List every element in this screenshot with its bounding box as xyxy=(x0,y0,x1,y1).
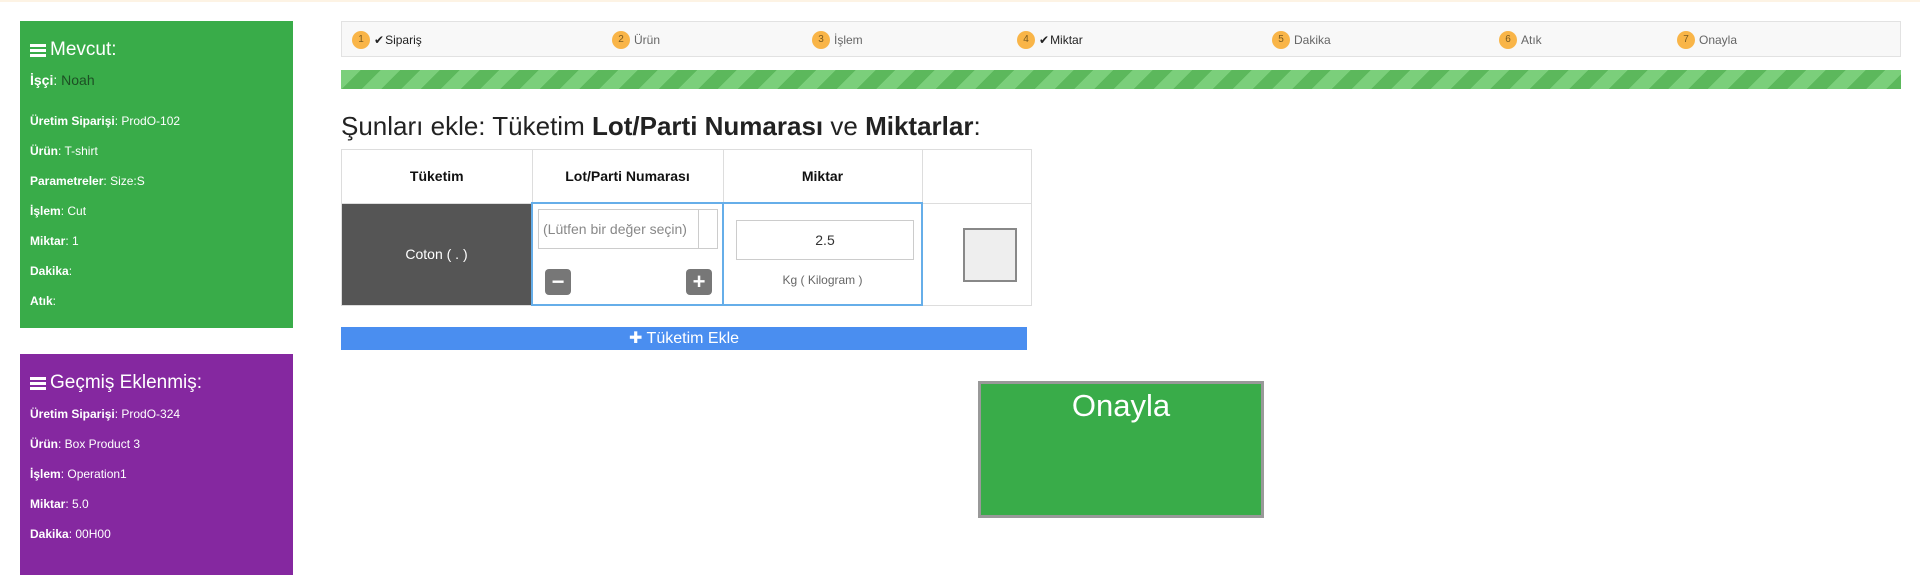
step-number-badge: 5 xyxy=(1272,31,1290,49)
header-lot-number: Lot/Parti Numarası xyxy=(531,149,724,204)
plus-icon: ✚ xyxy=(628,330,647,347)
history-row-operation: İşlem: Operation1 xyxy=(30,467,127,481)
row-checkbox[interactable] xyxy=(963,227,1017,282)
lot-number-cell: (Lütfen bir değer seçin) − + xyxy=(531,202,724,306)
unit-label: Kg ( Kilogram ) xyxy=(782,273,863,287)
history-info-panel: Geçmiş Eklenmiş: Üretim Siparişi: ProdO-… xyxy=(20,354,293,575)
wizard-steps: 1 ✔ Sipariş 2 Ürün 3 İşlem 4 ✔ Miktar 5 … xyxy=(341,21,1901,57)
consumption-table: Tüketim Lot/Parti Numarası Miktar Coton … xyxy=(341,149,1032,306)
step-minutes[interactable]: 5 Dakika xyxy=(1272,31,1331,49)
current-row-product: Ürün: T-shirt xyxy=(30,144,98,158)
current-row-quantity: Miktar: 1 xyxy=(30,234,79,248)
current-row-operation: İşlem: Cut xyxy=(30,204,87,218)
worker-name: Noah xyxy=(61,72,95,88)
step-quantity[interactable]: 4 ✔ Miktar xyxy=(1017,31,1083,49)
step-number-badge: 6 xyxy=(1499,31,1517,49)
quantity-input[interactable]: 2.5 xyxy=(736,220,914,260)
top-border xyxy=(0,0,1920,2)
current-panel-title: Mevcut: xyxy=(30,39,283,61)
history-panel-title: Geçmiş Eklenmiş: xyxy=(30,372,283,394)
step-order[interactable]: 1 ✔ Sipariş xyxy=(352,31,422,49)
progress-bar xyxy=(341,70,1901,89)
step-number-badge: 1 xyxy=(352,31,370,49)
step-waste[interactable]: 6 Atık xyxy=(1499,31,1542,49)
lot-number-select[interactable]: (Lütfen bir değer seçin) xyxy=(538,209,718,249)
step-operation[interactable]: 3 İşlem xyxy=(812,31,863,49)
step-number-badge: 2 xyxy=(612,31,630,49)
current-row-waste: Atık: xyxy=(30,294,57,308)
current-row-order: Üretim Siparişi: ProdO-102 xyxy=(30,114,181,128)
confirm-button[interactable]: Onayla xyxy=(978,381,1264,518)
menu-icon xyxy=(30,375,46,392)
consumption-name: Coton ( . ) xyxy=(341,202,533,306)
check-icon: ✔ xyxy=(1039,33,1050,47)
add-lot-button[interactable]: + xyxy=(686,269,712,295)
select-divider xyxy=(698,210,699,248)
history-row-minutes: Dakika: 00H00 xyxy=(30,527,111,541)
header-select xyxy=(921,149,1032,204)
step-product[interactable]: 2 Ürün xyxy=(612,31,660,49)
history-row-order: Üretim Siparişi: ProdO-324 xyxy=(30,407,181,421)
check-icon: ✔ xyxy=(374,33,385,47)
worker-row: İşçi: Noah xyxy=(30,72,95,88)
step-number-badge: 3 xyxy=(812,31,830,49)
select-cell xyxy=(921,202,1032,306)
header-quantity: Miktar xyxy=(722,149,923,204)
header-consumption: Tüketim xyxy=(341,149,533,204)
remove-lot-button[interactable]: − xyxy=(545,269,571,295)
step-number-badge: 4 xyxy=(1017,31,1035,49)
history-row-quantity: Miktar: 5.0 xyxy=(30,497,89,511)
table-row: Coton ( . ) (Lütfen bir değer seçin) − +… xyxy=(341,202,1032,306)
menu-icon xyxy=(30,42,46,59)
history-row-product: Ürün: Box Product 3 xyxy=(30,437,141,451)
step-confirm[interactable]: 7 Onayla xyxy=(1677,31,1737,49)
page-heading: Şunları ekle: Tüketim Lot/Parti Numarası… xyxy=(341,111,981,141)
quantity-cell: 2.5 Kg ( Kilogram ) xyxy=(722,202,923,306)
current-info-panel: Mevcut: İşçi: Noah Üretim Siparişi: Prod… xyxy=(20,21,293,328)
current-row-parameters: Parametreler: Size:S xyxy=(30,174,145,188)
step-number-badge: 7 xyxy=(1677,31,1695,49)
current-row-minutes: Dakika: xyxy=(30,264,73,278)
table-header-row: Tüketim Lot/Parti Numarası Miktar xyxy=(341,149,1032,204)
add-consumption-button[interactable]: ✚ Tüketim Ekle xyxy=(341,327,1027,350)
